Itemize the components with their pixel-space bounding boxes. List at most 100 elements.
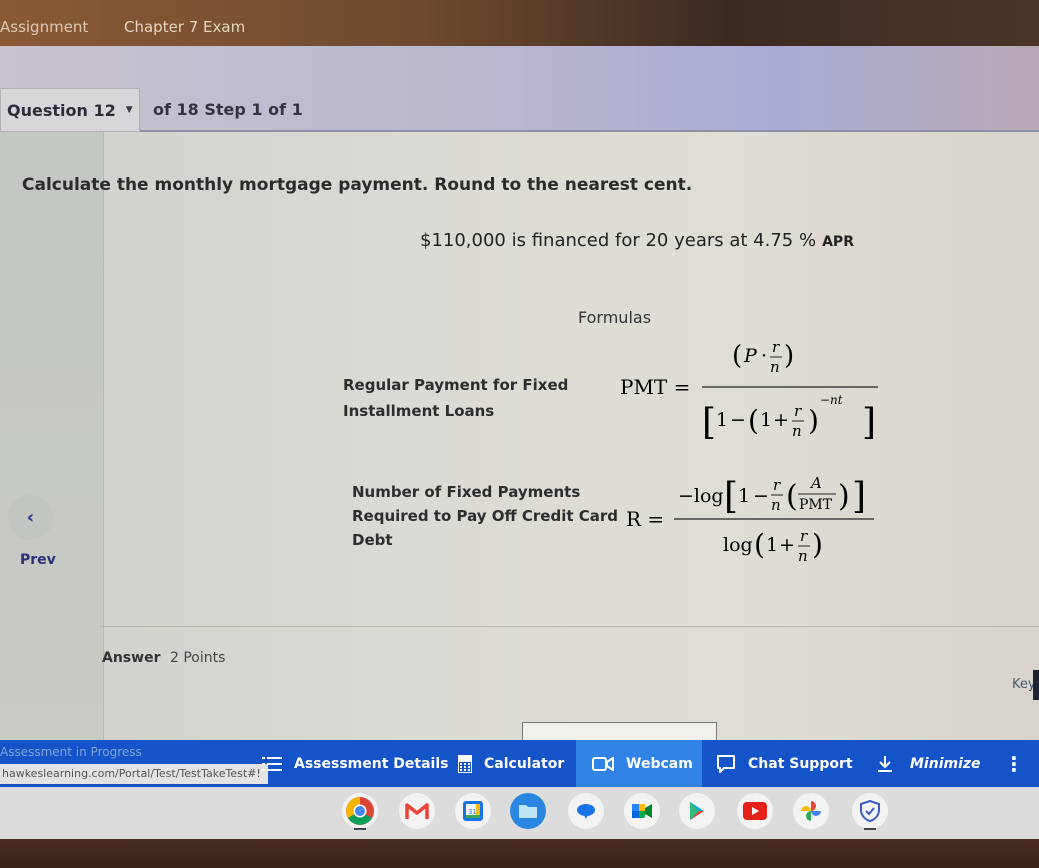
- bracket-close: ]: [852, 476, 866, 517]
- download-arrow-icon: [878, 755, 892, 773]
- minus: −: [730, 409, 746, 431]
- assessment-details-button[interactable]: Assessment Details: [262, 740, 448, 787]
- webcam-icon: [592, 756, 614, 771]
- minimize-label: Minimize: [910, 755, 981, 772]
- plus: +: [779, 534, 795, 556]
- plus: +: [773, 409, 789, 431]
- shelf-app-meet[interactable]: [624, 793, 660, 829]
- question-select-label: Question 12: [7, 100, 116, 120]
- chat-icon: [716, 754, 736, 774]
- given-unit: APR: [822, 234, 854, 250]
- question-count: of 18 Step 1 of 1: [153, 100, 303, 119]
- var-r: r: [772, 338, 780, 356]
- var-p: P: [743, 345, 758, 367]
- assignment-label: Assignment: [0, 18, 89, 36]
- play-store-icon: [690, 802, 704, 820]
- paren-close: ): [838, 479, 850, 514]
- prev-button[interactable]: ‹: [8, 495, 53, 540]
- chat-support-button[interactable]: Chat Support: [716, 740, 853, 787]
- formula-r: R = −log [ 1 − r n ( A PMT ) ] log ( 1 +…: [626, 474, 874, 565]
- var-r: r: [773, 476, 781, 494]
- answer-divider: [100, 626, 1039, 627]
- formula-label-payment: Regular Payment for Fixed Installment Lo…: [343, 372, 568, 424]
- paren-close: ): [784, 341, 794, 371]
- screen: Assignment Chapter 7 Exam Question 12 ▼ …: [0, 0, 1039, 868]
- webcam-label: Webcam: [626, 755, 693, 772]
- formula-label-line: Number of Fixed Payments: [352, 483, 581, 501]
- var-n: n: [770, 358, 780, 376]
- webcam-button[interactable]: Webcam: [576, 740, 702, 787]
- shelf-app-gmail[interactable]: [399, 793, 435, 829]
- title-bar: Assignment Chapter 7 Exam: [0, 0, 1039, 50]
- shelf-app-youtube[interactable]: [737, 793, 773, 829]
- shelf-app-play-store[interactable]: [679, 793, 715, 829]
- meet-icon: [632, 804, 652, 818]
- formulas-title: Formulas: [578, 308, 652, 327]
- prev-label[interactable]: Prev: [20, 552, 56, 568]
- laptop-bezel: [0, 839, 1039, 868]
- calculator-icon: [458, 754, 472, 773]
- more-options-button[interactable]: ⋮: [1004, 740, 1024, 787]
- var-n: n: [792, 422, 802, 440]
- left-nav-strip: [0, 132, 104, 740]
- dot-operator: ·: [761, 345, 767, 367]
- bracket-open: [: [702, 402, 716, 443]
- running-indicator: [864, 828, 876, 830]
- assessment-status: Assessment in Progress: [0, 745, 142, 759]
- bracket-close: ]: [862, 402, 876, 443]
- formula-label-number-payments: Number of Fixed Payments Required to Pay…: [352, 480, 618, 552]
- answer-points: 2 Points: [170, 650, 226, 666]
- assessment-details-label: Assessment Details: [294, 755, 449, 772]
- more-vertical-icon: ⋮: [1004, 751, 1024, 776]
- minus: −: [753, 485, 769, 507]
- calculator-button[interactable]: Calculator: [458, 740, 582, 787]
- answer-input[interactable]: [522, 722, 717, 742]
- given-values: $110,000 is financed for 20 years at 4.7…: [420, 230, 854, 251]
- formula-label-line: Required to Pay Off Credit Card: [352, 507, 619, 525]
- question-nav-bar: [0, 46, 1039, 132]
- youtube-icon: [743, 802, 767, 820]
- shelf-app-messages[interactable]: [568, 793, 604, 829]
- chrome-icon: [346, 797, 374, 825]
- calculator-label: Calculator: [484, 755, 565, 772]
- var-r: r: [794, 402, 802, 420]
- shield-check-icon: [860, 799, 880, 823]
- var-pmt: PMT: [799, 497, 833, 513]
- list-icon: [262, 756, 282, 772]
- calendar-day: 31: [468, 808, 477, 816]
- keypad-tab[interactable]: [1033, 670, 1039, 700]
- one: 1: [760, 409, 772, 431]
- one: 1: [716, 409, 728, 431]
- status-url: hawkeslearning.com/Portal/Test/TestTakeT…: [0, 764, 268, 784]
- given-main: $110,000 is financed for 20 years at 4.7…: [420, 230, 817, 251]
- running-indicator: [354, 828, 366, 830]
- question-prompt: Calculate the monthly mortgage payment. …: [22, 175, 693, 195]
- formula-pmt-lhs: PMT =: [620, 375, 690, 399]
- exam-title: Chapter 7 Exam: [124, 18, 246, 36]
- shelf-app-security[interactable]: [852, 793, 888, 829]
- log: log: [723, 534, 753, 556]
- question-select[interactable]: Question 12 ▼: [0, 88, 140, 132]
- calendar-icon: 31: [463, 801, 483, 821]
- answer-label: Answer: [102, 650, 161, 666]
- one: 1: [766, 534, 778, 556]
- paren-open: (: [754, 528, 765, 561]
- caret-down-icon: ▼: [125, 105, 133, 115]
- messages-icon: [577, 804, 595, 819]
- shelf-app-files[interactable]: [510, 793, 546, 829]
- paren-open: (: [732, 341, 742, 371]
- shelf-app-calendar[interactable]: 31: [455, 793, 491, 829]
- paren-open: (: [748, 404, 759, 437]
- var-a: A: [809, 474, 822, 492]
- exponent-neg-nt: −nt: [820, 393, 843, 407]
- paren-open: (: [786, 479, 798, 514]
- shelf-app-chrome[interactable]: [342, 793, 378, 829]
- minimize-button[interactable]: Minimize: [878, 740, 981, 787]
- photos-icon: [801, 801, 821, 821]
- formula-label-line: Regular Payment for Fixed: [343, 376, 569, 394]
- bracket-open: [: [724, 476, 738, 517]
- gmail-icon: [405, 803, 429, 819]
- folder-icon: [519, 805, 537, 818]
- shelf-app-photos[interactable]: [793, 793, 829, 829]
- paren-close: ): [812, 528, 823, 561]
